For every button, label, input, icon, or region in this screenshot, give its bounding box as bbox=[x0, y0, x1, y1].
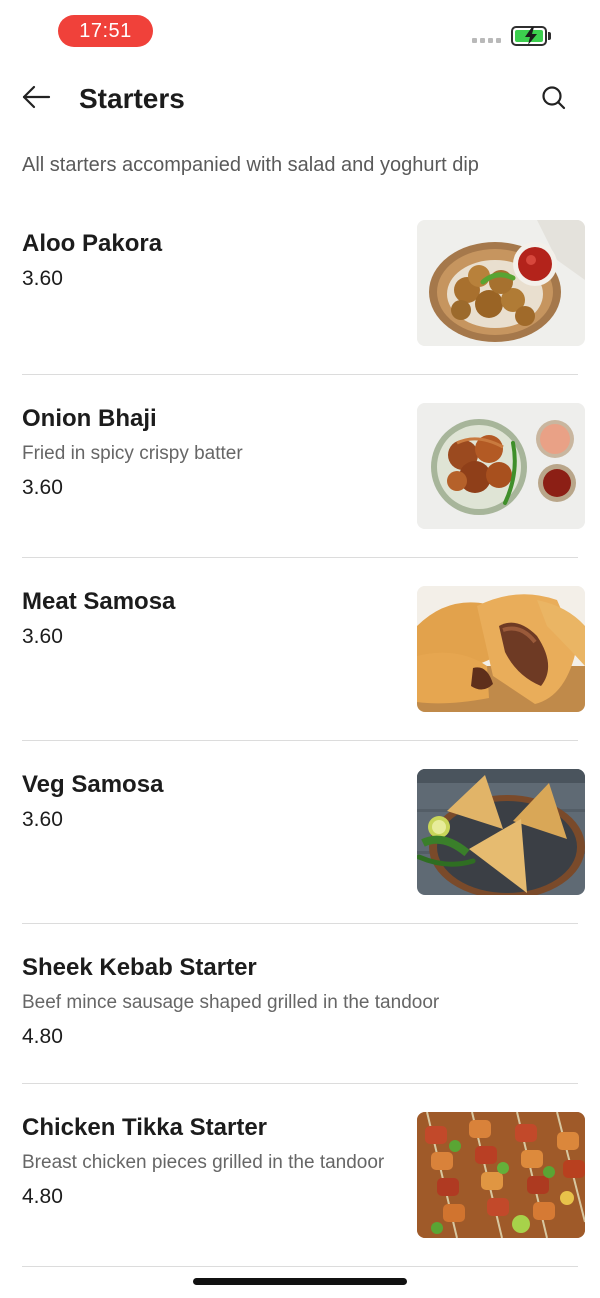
item-name: Veg Samosa bbox=[22, 771, 164, 798]
item-price: 4.80 bbox=[22, 1185, 63, 1208]
onion-bhaji-image bbox=[417, 403, 585, 529]
header: Starters bbox=[0, 64, 600, 134]
item-name: Aloo Pakora bbox=[22, 230, 163, 257]
category-subtitle: All starters accompanied with salad and … bbox=[22, 154, 479, 176]
item-name: Chicken Tikka Starter bbox=[22, 1114, 268, 1141]
item-price: 3.60 bbox=[22, 267, 63, 290]
status-bar: 17:51 bbox=[0, 0, 600, 64]
status-time: 17:51 bbox=[58, 15, 153, 47]
back-button[interactable] bbox=[16, 80, 56, 116]
menu-item-chicken-tikka-starter[interactable]: Chicken Tikka Starter Breast chicken pie… bbox=[0, 1084, 600, 1267]
menu-item-meat-samosa[interactable]: Meat Samosa 3.60 bbox=[0, 558, 600, 741]
item-price: 3.60 bbox=[22, 808, 63, 831]
meat-samosa-image bbox=[417, 586, 585, 712]
battery-cap bbox=[548, 32, 551, 40]
signal-icon bbox=[472, 38, 501, 43]
menu-item-sheek-kebab-starter[interactable]: Sheek Kebab Starter Beef mince sausage s… bbox=[0, 924, 600, 1084]
item-price: 3.60 bbox=[22, 476, 63, 499]
menu-item-veg-samosa[interactable]: Veg Samosa 3.60 bbox=[0, 741, 600, 924]
veg-samosa-image bbox=[417, 769, 585, 895]
item-description: Breast chicken pieces grilled in the tan… bbox=[22, 1152, 385, 1173]
item-price: 3.60 bbox=[22, 625, 63, 648]
home-indicator[interactable] bbox=[193, 1278, 407, 1285]
page-title: Starters bbox=[79, 83, 185, 114]
menu-item-aloo-pakora[interactable]: Aloo Pakora 3.60 bbox=[0, 200, 600, 375]
arrow-left-icon bbox=[22, 85, 51, 109]
aloo-pakora-image bbox=[417, 220, 585, 346]
item-name: Sheek Kebab Starter bbox=[22, 954, 257, 981]
chicken-tikka-image bbox=[417, 1112, 585, 1238]
battery-icon bbox=[511, 26, 547, 46]
item-description: Beef mince sausage shaped grilled in the… bbox=[22, 992, 440, 1013]
search-icon bbox=[542, 86, 566, 110]
item-name: Onion Bhaji bbox=[22, 405, 157, 432]
menu-item-onion-bhaji[interactable]: Onion Bhaji Fried in spicy crispy batter… bbox=[0, 375, 600, 558]
item-description: Fried in spicy crispy batter bbox=[22, 443, 243, 464]
item-divider bbox=[22, 1266, 578, 1267]
item-name: Meat Samosa bbox=[22, 588, 176, 615]
search-button[interactable] bbox=[536, 80, 572, 116]
menu-list: Aloo Pakora 3.60 Onion Bhaji Fried in sp… bbox=[0, 200, 600, 1267]
item-price: 4.80 bbox=[22, 1025, 63, 1048]
